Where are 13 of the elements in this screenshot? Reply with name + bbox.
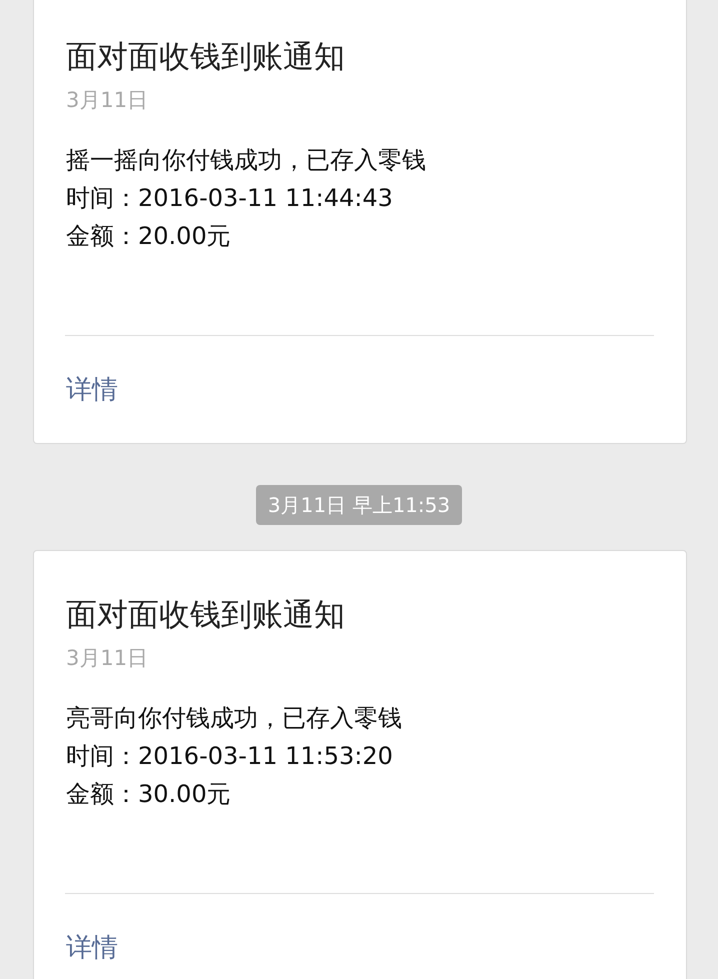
- details-link[interactable]: 详情: [66, 372, 118, 407]
- card-date: 3月11日: [66, 645, 150, 671]
- card-title: 面对面收钱到账通知: [66, 38, 346, 77]
- message-line: 金额：20.00元: [66, 221, 232, 252]
- message-line: 时间：2016-03-11 11:53:20: [66, 741, 394, 772]
- message-line: 时间：2016-03-11 11:44:43: [66, 183, 394, 214]
- card-date: 3月11日: [66, 87, 150, 113]
- details-link[interactable]: 详情: [66, 930, 118, 965]
- message-line: 亮哥向你付钱成功，已存入零钱: [66, 703, 403, 734]
- message-line: 摇一摇向你付钱成功，已存入零钱: [66, 145, 427, 176]
- message-line: 金额：30.00元: [66, 779, 232, 810]
- card-title: 面对面收钱到账通知: [66, 596, 346, 635]
- timestamp-label: 3月11日 早上11:53: [256, 485, 462, 525]
